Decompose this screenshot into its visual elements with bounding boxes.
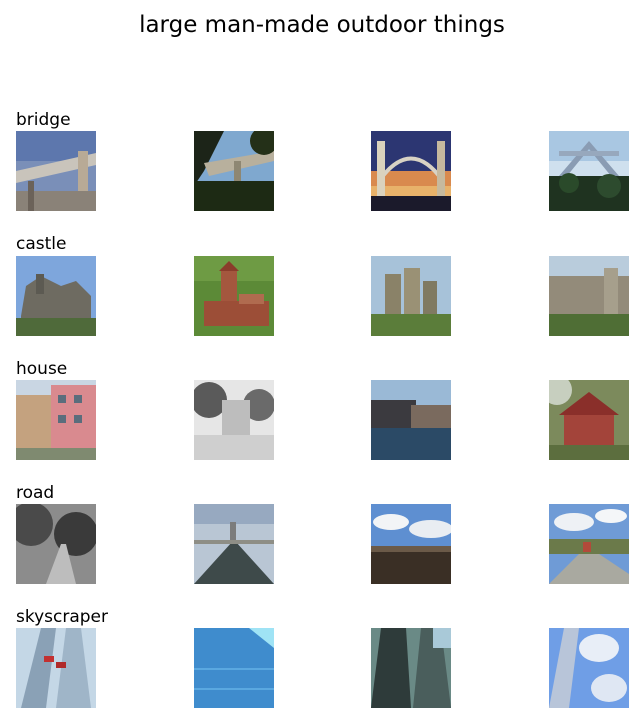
thumb-house-1	[16, 380, 96, 460]
thumb-bridge-1	[16, 131, 96, 211]
thumb-bridge-4	[549, 131, 629, 211]
row-label-castle: castle	[16, 234, 67, 254]
thumb-skyscraper-2	[194, 628, 274, 708]
thumb-skyscraper-3	[371, 628, 451, 708]
row-label-house: house	[16, 359, 68, 379]
thumb-castle-4	[549, 256, 629, 336]
figure-title: large man-made outdoor things	[139, 12, 505, 38]
thumb-bridge-2	[194, 131, 274, 211]
thumb-house-2	[194, 380, 274, 460]
thumb-skyscraper-1	[16, 628, 96, 708]
row-label-skyscraper: skyscraper	[16, 607, 109, 627]
thumb-bridge-3	[371, 131, 451, 211]
thumb-road-4	[549, 504, 629, 584]
thumb-skyscraper-4	[549, 628, 629, 708]
thumb-road-1	[16, 504, 96, 584]
thumb-road-3	[371, 504, 451, 584]
row-label-road: road	[16, 483, 55, 503]
thumb-house-3	[371, 380, 451, 460]
thumb-house-4	[549, 380, 629, 460]
thumb-castle-1	[16, 256, 96, 336]
thumb-castle-2	[194, 256, 274, 336]
thumb-road-2	[194, 504, 274, 584]
thumb-castle-3	[371, 256, 451, 336]
row-label-bridge: bridge	[16, 110, 71, 130]
